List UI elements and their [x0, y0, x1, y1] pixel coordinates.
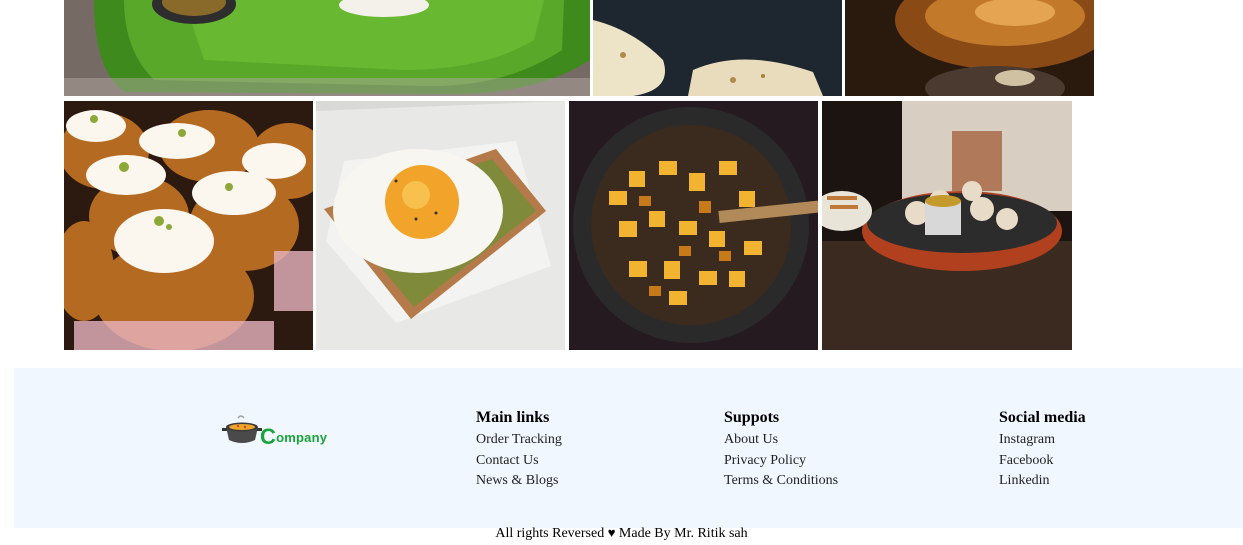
momos-platter-photo [822, 101, 1072, 350]
company-logo[interactable]: Company [222, 414, 342, 450]
footer: Company Main links Order Tracking Contac… [14, 368, 1243, 528]
footer-heading: Social media [999, 409, 1086, 426]
cupcakes-photo [64, 101, 313, 350]
copyright-prefix: All rights Reversed [495, 526, 605, 541]
brand-name: Company [260, 424, 328, 449]
footer-link-terms[interactable]: Terms & Conditions [724, 471, 838, 492]
footer-link-instagram[interactable]: Instagram [999, 430, 1086, 451]
footer-link-news-blogs[interactable]: News & Blogs [476, 471, 562, 492]
fried-egg-toast-photo [316, 101, 565, 350]
copyright-credit: Made By Mr. Ritik sah [618, 526, 748, 541]
footer-link-linkedin[interactable]: Linkedin [999, 471, 1086, 492]
heart-icon: ♥ [607, 525, 616, 540]
footer-col-supports: Suppots About Us Privacy Policy Terms & … [724, 408, 838, 492]
copyright-text: All rights Reversed ♥ Made By Mr. Ritik … [0, 525, 1243, 542]
footer-heading: Suppots [724, 409, 780, 426]
copper-pot-photo [845, 0, 1094, 96]
footer-link-privacy-policy[interactable]: Privacy Policy [724, 451, 838, 472]
naan-bread-photo [593, 0, 842, 96]
footer-link-contact-us[interactable]: Contact Us [476, 451, 562, 472]
cooking-pot-icon [222, 415, 262, 443]
footer-link-facebook[interactable]: Facebook [999, 451, 1086, 472]
spiced-potatoes-pan-photo [569, 101, 818, 350]
footer-heading: Main links [476, 409, 550, 426]
footer-link-about-us[interactable]: About Us [724, 430, 838, 451]
banana-leaf-meal-photo [64, 0, 590, 96]
footer-col-social-media: Social media Instagram Facebook Linkedin [999, 408, 1086, 492]
footer-link-order-tracking[interactable]: Order Tracking [476, 430, 562, 451]
footer-col-main-links: Main links Order Tracking Contact Us New… [476, 408, 562, 492]
